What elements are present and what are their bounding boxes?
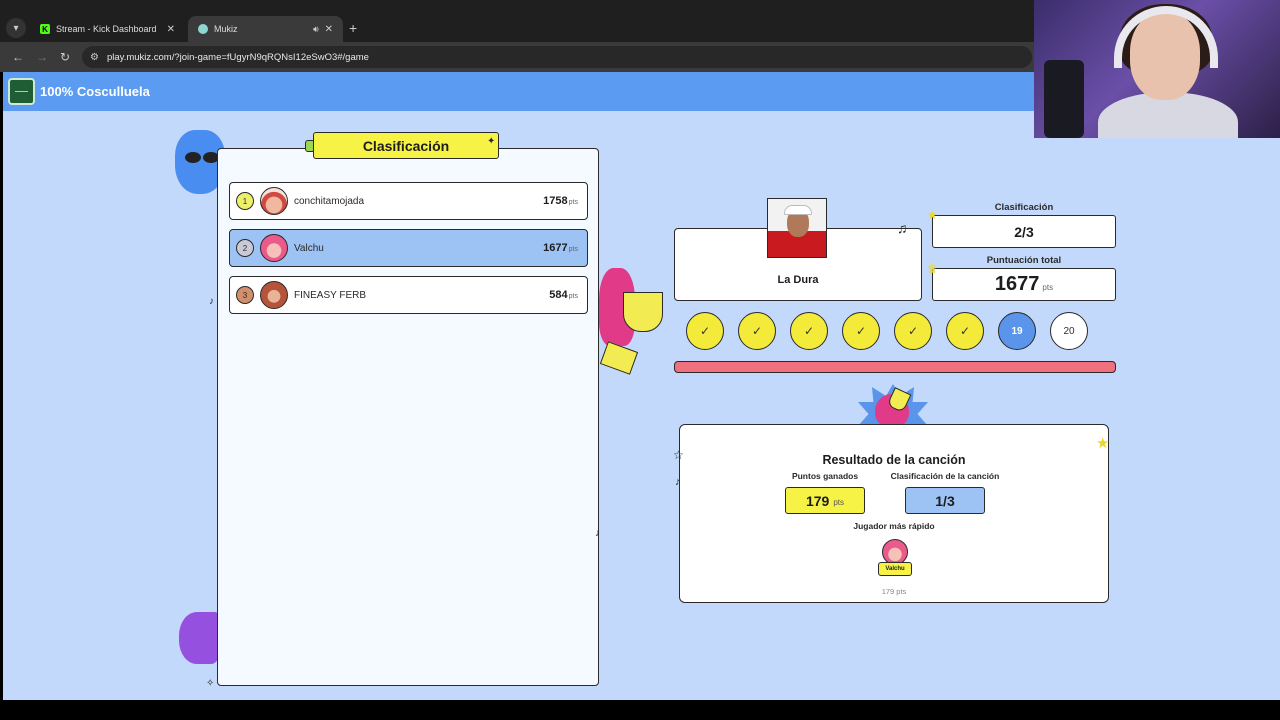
player-score: 1758pts: [543, 195, 578, 207]
song-title: La Dura: [777, 274, 819, 286]
song-result-card: Resultado de la canción Puntos ganados C…: [679, 424, 1109, 603]
medal-icon: 1: [236, 192, 254, 210]
close-icon[interactable]: ✕: [325, 24, 333, 35]
new-tab-button[interactable]: +: [349, 20, 357, 36]
browser-toolbar: ← → ↻ ⚙ play.mukiz.com/?join-game=fUgyrN…: [0, 42, 1034, 72]
room-title: 100% Cosculluela: [40, 84, 150, 99]
room-logo: [8, 78, 35, 105]
round-indicator-done: ✓: [738, 312, 776, 350]
game-page: 100% Cosculluela Clasificación ✦ 1 conch…: [3, 72, 1280, 700]
player-score: 584pts: [549, 289, 578, 301]
round-indicator-done: ✓: [842, 312, 880, 350]
song-rank-label: Clasificación de la canción: [890, 471, 1000, 481]
trophy-icon: [623, 292, 663, 332]
points-earned-label: Puntos ganados: [791, 471, 859, 481]
player-name: Valchu: [294, 242, 324, 254]
music-note-icon: ♪: [675, 476, 681, 488]
player-name: conchitamojada: [294, 195, 365, 207]
speaker-icon[interactable]: 🔊︎: [313, 24, 319, 35]
tab-kick-dashboard[interactable]: K Stream - Kick Dashboard ✕: [30, 16, 185, 42]
trophy-base-illustration: [599, 341, 639, 375]
total-score-value: 1677 pts: [932, 268, 1116, 301]
fastest-player-points: 179 pts: [881, 587, 907, 596]
medal-icon: 2: [236, 239, 254, 257]
webcam-overlay: [1034, 0, 1280, 138]
address-bar[interactable]: ⚙ play.mukiz.com/?join-game=fUgyrN9qRQNs…: [82, 46, 1032, 68]
tab-search-button[interactable]: ▾: [6, 18, 26, 38]
star-icon: ★: [1096, 435, 1110, 452]
music-note-icon: ♪: [209, 296, 214, 307]
music-note-icon: ♫: [897, 220, 908, 236]
screen: ▾ K Stream - Kick Dashboard ✕ Mukiz 🔊︎ ✕…: [0, 0, 1280, 720]
points-earned-value: 179 pts: [785, 487, 865, 514]
purple-monster-illustration: [179, 612, 219, 664]
round-indicator-done: ✓: [946, 312, 984, 350]
letterbox-bar: [0, 700, 1280, 720]
url-text: play.mukiz.com/?join-game=fUgyrN9qRQNsI1…: [106, 51, 369, 63]
fastest-player-name: Valchu: [878, 562, 912, 576]
site-info-icon[interactable]: ⚙: [90, 52, 99, 63]
round-indicator-done: ✓: [790, 312, 828, 350]
round-indicator-next: 20: [1050, 312, 1088, 350]
kick-icon: K: [40, 24, 50, 34]
total-score-label: Puntuación total: [986, 255, 1062, 266]
sparkle-icon: ✦: [487, 136, 496, 147]
star-icon: ★: [927, 208, 938, 222]
rank-value: 2/3: [932, 215, 1116, 248]
round-indicator-done: ✓: [894, 312, 932, 350]
player-name: FINEASY FERB: [294, 289, 367, 301]
tab-title: Mukiz: [214, 24, 238, 34]
leaderboard-title: Clasificación: [313, 132, 499, 159]
leaderboard-row: 3 FINEASY FERB 584pts: [229, 276, 588, 314]
song-rank-value: 1/3: [905, 487, 985, 514]
leaderboard-row: 1 conchitamojada 1758pts: [229, 182, 588, 220]
artist-photo: [767, 198, 827, 258]
trophy-icon: ♛: [927, 262, 938, 276]
timer-progress-bar: [674, 361, 1116, 373]
music-note-icon: ♪: [595, 528, 600, 539]
round-indicator-current: 19: [998, 312, 1036, 350]
sparkle-icon: ☆: [673, 448, 684, 462]
round-indicator-done: ✓: [686, 312, 724, 350]
medal-icon: 3: [236, 286, 254, 304]
tab-mukiz[interactable]: Mukiz 🔊︎ ✕: [188, 16, 343, 42]
fastest-player-label: Jugador más rápido: [853, 521, 935, 531]
close-icon[interactable]: ✕: [167, 24, 175, 35]
leaderboard-row: 2 Valchu 1677pts: [229, 229, 588, 267]
avatar: [260, 187, 288, 215]
sparkle-icon: ✧: [206, 678, 215, 689]
rank-label: Clasificación: [994, 202, 1054, 213]
tab-title: Stream - Kick Dashboard: [56, 24, 157, 34]
back-arrow-icon[interactable]: ←: [12, 50, 24, 64]
player-score: 1677pts: [543, 242, 578, 254]
result-title: Resultado de la canción: [822, 453, 966, 467]
mukiz-icon: [198, 24, 208, 34]
avatar: [260, 234, 288, 262]
avatar: [260, 281, 288, 309]
reload-icon[interactable]: ↻: [60, 50, 70, 64]
chevron-down-icon: ▾: [13, 22, 19, 34]
forward-arrow-icon[interactable]: →: [36, 50, 48, 64]
